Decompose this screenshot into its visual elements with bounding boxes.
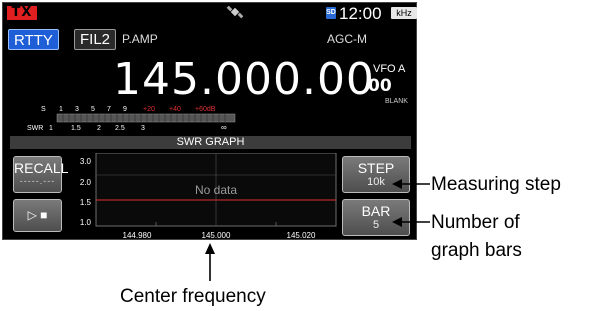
x-tick-label: 145.020 <box>287 231 316 240</box>
x-tick-label: 144.980 <box>123 231 152 240</box>
filter-button[interactable]: FIL2 <box>74 29 116 50</box>
bar-button[interactable]: BAR 5 <box>342 199 410 236</box>
radio-screen: TX SD 12:00 kHz RTTY FIL2 P.AMP AGC-M 14… <box>2 2 417 240</box>
step-button-label: STEP <box>357 160 395 176</box>
frequency-readout[interactable]: 145.000.00 <box>113 54 375 105</box>
vfo-label: VFO A <box>373 63 406 75</box>
recall-button-label: RECALL <box>14 160 69 176</box>
swr-meter-label: SWR <box>27 125 43 132</box>
step-button[interactable]: STEP 10k <box>342 156 410 193</box>
center-callout: Center frequency <box>120 286 266 307</box>
recall-button[interactable]: RECALL -----.--- <box>13 156 69 193</box>
memory-name-label: BLANK <box>385 98 408 105</box>
status-bar: TX SD 12:00 kHz <box>3 3 417 23</box>
swr-graph: 3.0 2.0 1.5 1.0 No data 144.980 145.000 … <box>80 153 337 240</box>
satellite-icon <box>226 6 244 19</box>
unit-badge: kHz <box>391 7 417 19</box>
sd-card-icon: SD <box>326 7 336 19</box>
s-tick-label: 1 <box>59 106 63 113</box>
s-tick-label: 9 <box>123 106 127 113</box>
step-value: 10k <box>367 176 385 188</box>
vfo-memory-value[interactable]: 00 <box>368 76 392 96</box>
center-arrowhead <box>205 243 215 254</box>
x-tick-label: 145.000 <box>202 231 231 240</box>
recall-frequency: -----.--- <box>19 176 56 186</box>
no-data-label: No data <box>195 183 237 197</box>
s-over-label: +60dB <box>195 106 216 113</box>
s-tick-label: 3 <box>75 106 79 113</box>
meter-bar <box>56 113 236 123</box>
swr-tick-label: 3 <box>141 125 145 132</box>
swr-tick-label: 2.5 <box>115 125 125 132</box>
s-swr-meter: S 1 3 5 7 9 +20 +40 +60dB SWR 1 1.5 2 2.… <box>27 106 236 132</box>
swr-tick-label: ∞ <box>221 123 227 132</box>
agc-label: AGC-M <box>327 32 367 46</box>
bar-button-label: BAR <box>361 203 391 219</box>
swr-tick-label: 1.5 <box>71 125 81 132</box>
s-tick-label: 5 <box>91 106 95 113</box>
tx-indicator: TX <box>7 6 37 20</box>
swr-graph-title: SWR GRAPH <box>10 136 411 149</box>
clock: 12:00 <box>339 4 382 23</box>
y-tick-label: 1.0 <box>80 218 92 227</box>
preamp-label: P.AMP <box>122 32 158 46</box>
y-tick-label: 1.5 <box>80 198 92 207</box>
bar-value: 5 <box>372 219 380 231</box>
s-over-label: +20 <box>143 106 155 113</box>
bar-callout-line2: graph bars <box>431 240 522 261</box>
s-meter-label: S <box>41 106 46 113</box>
swr-tick-label: 2 <box>97 125 101 132</box>
s-over-label: +40 <box>169 106 181 113</box>
y-tick-label: 3.0 <box>80 157 92 166</box>
start-stop-button[interactable]: ▷ ■ <box>13 199 62 232</box>
bar-callout-line1: Number of <box>431 212 520 233</box>
s-tick-label: 7 <box>107 106 111 113</box>
y-tick-label: 2.0 <box>80 178 92 187</box>
step-callout: Measuring step <box>431 174 561 195</box>
mode-button[interactable]: RTTY <box>8 29 59 50</box>
swr-tick-label: 1 <box>49 125 53 132</box>
